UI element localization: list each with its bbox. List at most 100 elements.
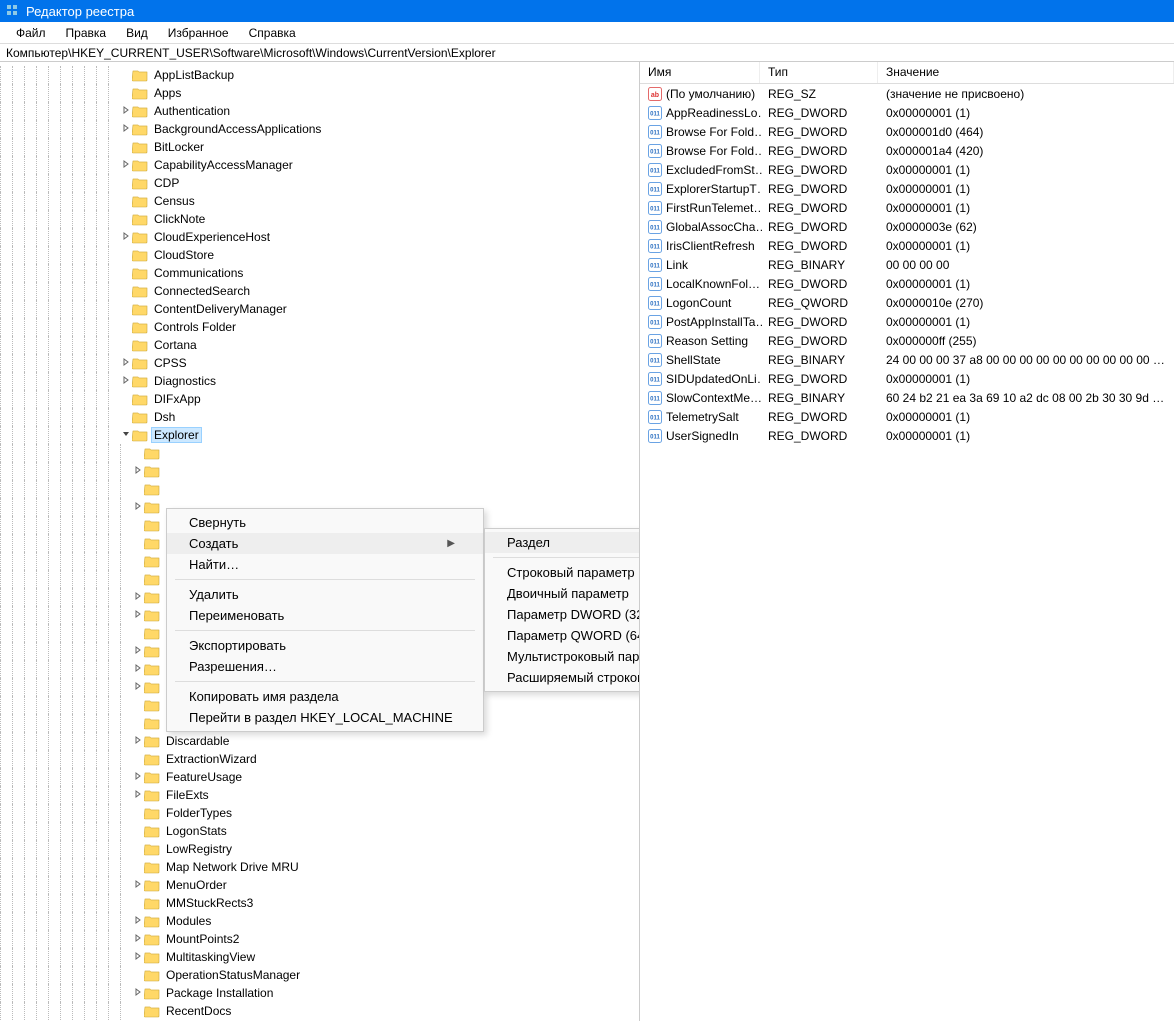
tree-item[interactable]: CDP [0, 174, 639, 192]
tree-item[interactable]: MenuOrder [0, 876, 639, 894]
context-menu-item[interactable]: Свернуть [167, 512, 483, 533]
value-row[interactable]: 011IrisClientRefreshREG_DWORD0x00000001 … [640, 236, 1174, 255]
tree-item[interactable]: ExtractionWizard [0, 750, 639, 768]
value-row[interactable]: 011Reason SettingREG_DWORD0x000000ff (25… [640, 331, 1174, 350]
context-submenu-item[interactable]: Мультистроковый параметр [485, 646, 640, 667]
expand-icon[interactable] [120, 106, 132, 117]
tree-item[interactable]: MMStuckRects3 [0, 894, 639, 912]
value-row[interactable]: 011ExplorerStartupT…REG_DWORD0x00000001 … [640, 179, 1174, 198]
header-name[interactable]: Имя [640, 62, 760, 83]
header-value[interactable]: Значение [878, 62, 1174, 83]
value-row[interactable]: 011GlobalAssocCha…REG_DWORD0x0000003e (6… [640, 217, 1174, 236]
tree-item[interactable]: FeatureUsage [0, 768, 639, 786]
tree-item[interactable]: ConnectedSearch [0, 282, 639, 300]
value-row[interactable]: 011TelemetrySaltREG_DWORD0x00000001 (1) [640, 407, 1174, 426]
collapse-icon[interactable] [120, 430, 132, 441]
expand-icon[interactable] [120, 124, 132, 135]
expand-icon[interactable] [120, 232, 132, 243]
tree-item[interactable]: BitLocker [0, 138, 639, 156]
expand-icon[interactable] [132, 916, 144, 927]
context-menu-item[interactable]: Удалить [167, 584, 483, 605]
tree-item[interactable] [0, 462, 639, 480]
tree-item[interactable]: CloudExperienceHost [0, 228, 639, 246]
menu-item[interactable]: Избранное [158, 24, 239, 42]
context-submenu-new[interactable]: Раздел Строковый параметрДвоичный парамет… [484, 528, 640, 692]
tree-item[interactable]: Dsh [0, 408, 639, 426]
expand-icon[interactable] [132, 934, 144, 945]
tree-item[interactable]: Explorer [0, 426, 639, 444]
values-pane[interactable]: Имя Тип Значение ab(По умолчанию)REG_SZ(… [640, 62, 1174, 1021]
expand-icon[interactable] [132, 664, 144, 675]
context-menu-item[interactable]: Разрешения… [167, 656, 483, 677]
value-row[interactable]: 011UserSignedInREG_DWORD0x00000001 (1) [640, 426, 1174, 445]
tree-item[interactable]: Map Network Drive MRU [0, 858, 639, 876]
tree-item[interactable]: MountPoints2 [0, 930, 639, 948]
expand-icon[interactable] [120, 160, 132, 171]
tree-item[interactable]: Communications [0, 264, 639, 282]
context-menu-item[interactable]: Перейти в раздел HKEY_LOCAL_MACHINE [167, 707, 483, 728]
expand-icon[interactable] [120, 358, 132, 369]
context-submenu-item[interactable]: Раздел [485, 532, 640, 553]
tree-item[interactable]: Census [0, 192, 639, 210]
expand-icon[interactable] [132, 592, 144, 603]
value-row[interactable]: 011LinkREG_BINARY00 00 00 00 [640, 255, 1174, 274]
tree-item[interactable]: Cortana [0, 336, 639, 354]
tree-item[interactable]: Discardable [0, 732, 639, 750]
context-submenu-item[interactable]: Расширяемый строковый параметр [485, 667, 640, 688]
tree-item[interactable]: BackgroundAccessApplications [0, 120, 639, 138]
expand-icon[interactable] [132, 952, 144, 963]
expand-icon[interactable] [132, 502, 144, 513]
tree-item[interactable]: LowRegistry [0, 840, 639, 858]
expand-icon[interactable] [132, 880, 144, 891]
tree-item[interactable] [0, 480, 639, 498]
menu-item[interactable]: Справка [239, 24, 306, 42]
expand-icon[interactable] [132, 610, 144, 621]
tree-item[interactable]: LogonStats [0, 822, 639, 840]
expand-icon[interactable] [132, 790, 144, 801]
context-menu-item[interactable]: Копировать имя раздела [167, 686, 483, 707]
tree-item[interactable]: Authentication [0, 102, 639, 120]
expand-icon[interactable] [132, 466, 144, 477]
expand-icon[interactable] [120, 376, 132, 387]
tree-item[interactable]: ContentDeliveryManager [0, 300, 639, 318]
value-row[interactable]: 011LocalKnownFol…REG_DWORD0x00000001 (1) [640, 274, 1174, 293]
header-type[interactable]: Тип [760, 62, 878, 83]
tree-item[interactable]: AppListBackup [0, 66, 639, 84]
expand-icon[interactable] [132, 988, 144, 999]
value-row[interactable]: 011SlowContextMe…REG_BINARY60 24 b2 21 e… [640, 388, 1174, 407]
context-menu-item[interactable]: Переименовать [167, 605, 483, 626]
tree-item[interactable]: RecentDocs [0, 1002, 639, 1020]
expand-icon[interactable] [132, 736, 144, 747]
context-menu-item[interactable]: Экспортировать [167, 635, 483, 656]
tree-item[interactable]: FolderTypes [0, 804, 639, 822]
context-menu-item[interactable]: Найти… [167, 554, 483, 575]
context-submenu-item[interactable]: Строковый параметр [485, 562, 640, 583]
tree-item[interactable]: ClickNote [0, 210, 639, 228]
value-row[interactable]: 011Browse For Fold…REG_DWORD0x000001a4 (… [640, 141, 1174, 160]
menu-item[interactable]: Правка [56, 24, 117, 42]
values-header[interactable]: Имя Тип Значение [640, 62, 1174, 84]
tree-item[interactable]: MultitaskingView [0, 948, 639, 966]
value-row[interactable]: 011FirstRunTelemet…REG_DWORD0x00000001 (… [640, 198, 1174, 217]
tree-item[interactable] [0, 444, 639, 462]
menu-item[interactable]: Вид [116, 24, 158, 42]
tree-item[interactable]: Controls Folder [0, 318, 639, 336]
context-submenu-item[interactable]: Двоичный параметр [485, 583, 640, 604]
tree-item[interactable]: CloudStore [0, 246, 639, 264]
value-row[interactable]: 011AppReadinessLo…REG_DWORD0x00000001 (1… [640, 103, 1174, 122]
tree-item[interactable]: OperationStatusManager [0, 966, 639, 984]
expand-icon[interactable] [132, 646, 144, 657]
value-row[interactable]: 011LogonCountREG_QWORD0x0000010e (270) [640, 293, 1174, 312]
expand-icon[interactable] [132, 772, 144, 783]
tree-item[interactable]: FileExts [0, 786, 639, 804]
value-row[interactable]: 011PostAppInstallTa…REG_DWORD0x00000001 … [640, 312, 1174, 331]
tree-item[interactable]: Package Installation [0, 984, 639, 1002]
tree-item[interactable]: CPSS [0, 354, 639, 372]
context-menu[interactable]: СвернутьСоздать▶Найти… УдалитьПереименова… [166, 508, 484, 732]
context-menu-item[interactable]: Создать▶ [167, 533, 483, 554]
tree-item[interactable]: Apps [0, 84, 639, 102]
tree-pane[interactable]: AppListBackupAppsAuthenticationBackgroun… [0, 62, 640, 1021]
context-submenu-item[interactable]: Параметр DWORD (32 бита) [485, 604, 640, 625]
tree-item[interactable]: Modules [0, 912, 639, 930]
context-submenu-item[interactable]: Параметр QWORD (64 бита) [485, 625, 640, 646]
